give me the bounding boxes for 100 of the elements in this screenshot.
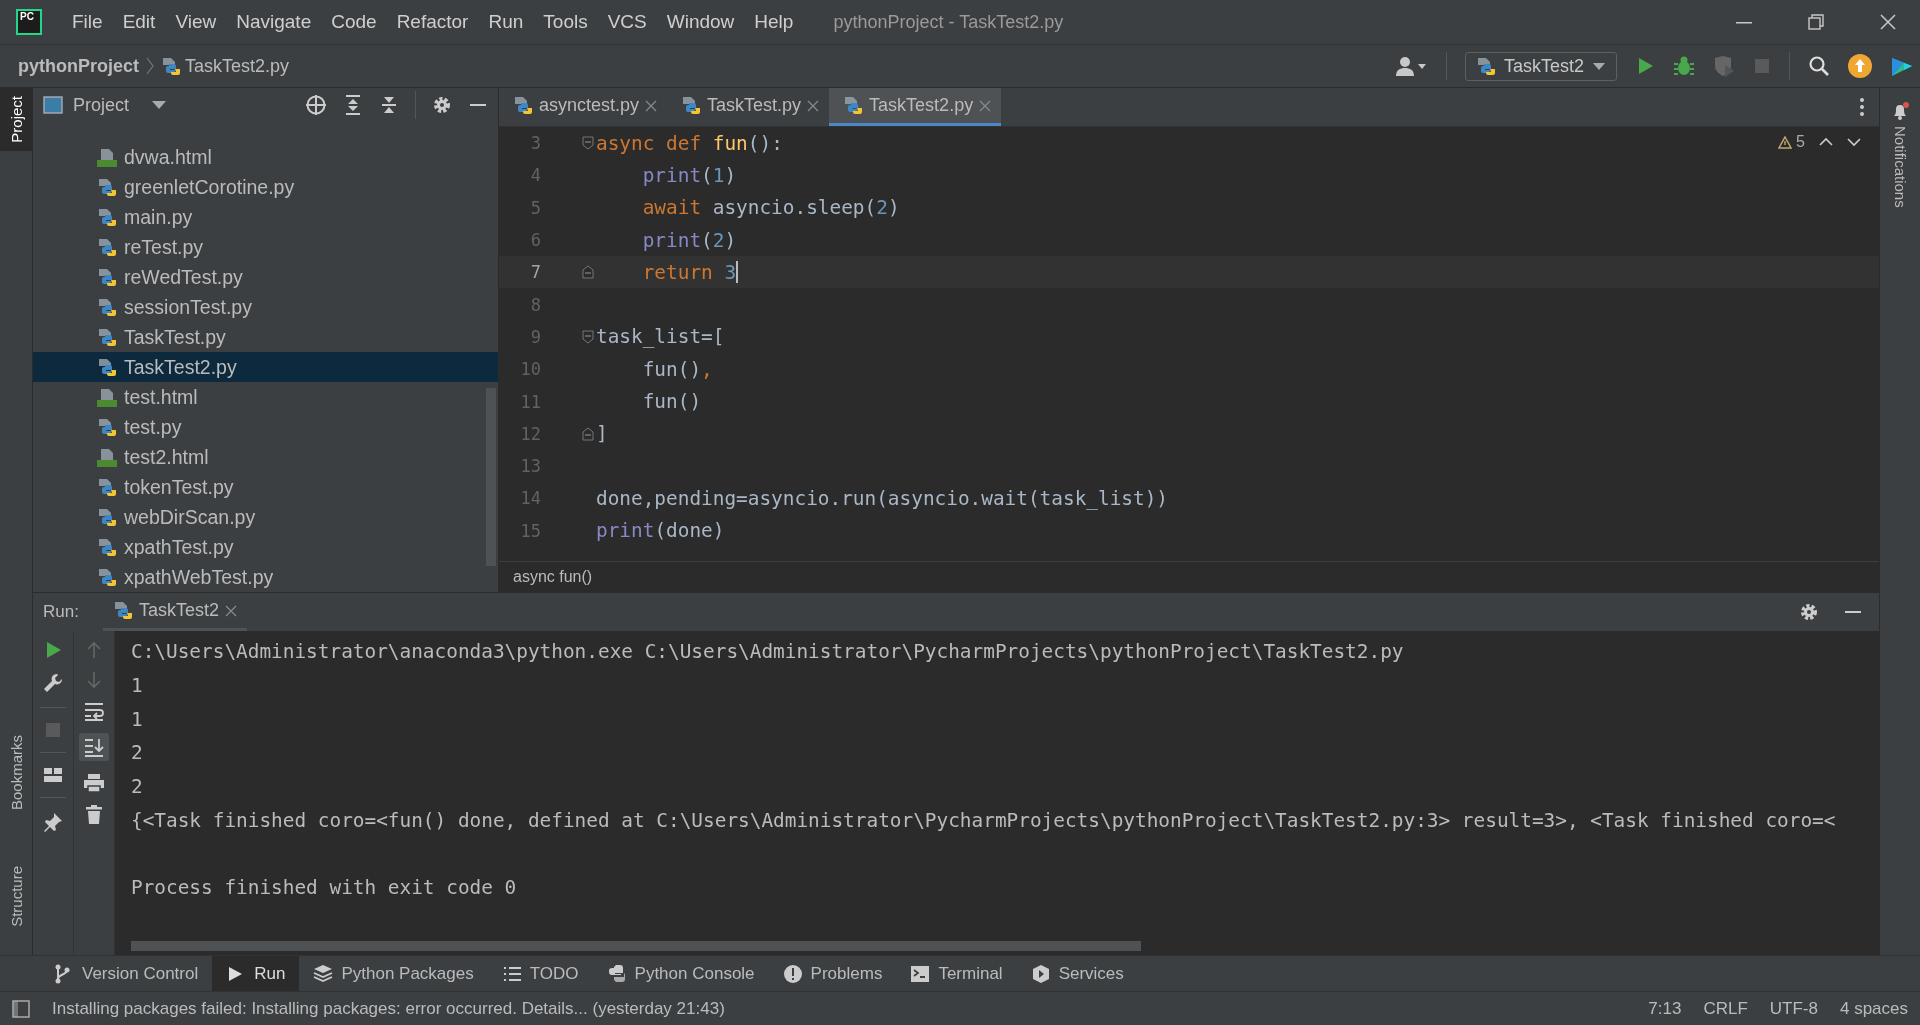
menu-item[interactable]: Code — [321, 11, 387, 33]
settings-icon[interactable] — [432, 95, 452, 115]
line-number: 13 — [519, 456, 541, 477]
file-tree-item[interactable]: webDirScan.py — [33, 502, 484, 532]
file-tree-item[interactable]: main.py — [33, 202, 484, 232]
breadcrumb-item[interactable]: TaskTest2.py — [161, 55, 290, 77]
rerun-icon[interactable] — [44, 641, 62, 659]
editor-tab[interactable]: TaskTest2.py — [829, 88, 1002, 126]
menu-item[interactable]: File — [62, 11, 113, 33]
search-icon[interactable] — [1808, 55, 1830, 77]
tool-window-button[interactable]: Notifications — [1880, 88, 1920, 216]
file-tree-item[interactable]: xpathWebTest.py — [33, 562, 484, 592]
expand-all-icon[interactable] — [343, 94, 363, 116]
file-tree-item[interactable]: xpathTest.py — [33, 532, 484, 562]
more-icon[interactable] — [1859, 97, 1865, 117]
line-number: 3 — [529, 133, 541, 154]
file-tree-item[interactable]: test.py — [33, 412, 484, 442]
file-tree-item[interactable]: dvwa.html — [33, 142, 484, 172]
tool-window-tab[interactable]: Python Console — [592, 956, 769, 991]
down-icon[interactable] — [1847, 137, 1861, 147]
line-number: 4 — [529, 165, 541, 186]
tool-window-tab[interactable]: TODO — [487, 956, 593, 991]
tool-window-tab[interactable]: Problems — [768, 956, 897, 991]
close-icon[interactable] — [807, 99, 820, 112]
tool-window-tab[interactable]: Terminal — [896, 956, 1017, 991]
file-tree-item[interactable]: sessionTest.py — [33, 292, 484, 322]
menu-item[interactable]: VCS — [597, 11, 657, 33]
status-item[interactable]: 7:13 — [1648, 998, 1682, 1019]
user-icon[interactable] — [1393, 55, 1428, 77]
tool-window-button[interactable]: Structure — [0, 858, 32, 935]
file-tree-item[interactable]: test2.html — [33, 442, 484, 472]
console-output-line: C:\Users\Administrator\anaconda3\python.exe C:\Users\Administrator\PycharmProjects\pythonProject\TaskTest2.py — [131, 640, 1404, 664]
python-file-icon — [843, 96, 864, 115]
menu-item[interactable]: Edit — [112, 11, 166, 33]
locate-icon[interactable] — [305, 94, 327, 116]
collapse-all-icon[interactable] — [379, 94, 399, 116]
menu-item[interactable]: Run — [478, 11, 534, 33]
scrollbar[interactable] — [131, 941, 1141, 951]
status-message[interactable]: Installing packages failed: Installing packages: error occurred. Details... (yesterday 21:43) — [52, 998, 725, 1019]
warning-count[interactable]: 5 — [1778, 133, 1805, 151]
file-tree-item[interactable]: TaskTest2.py — [33, 352, 498, 382]
file-tree-item[interactable]: greenletCorotine.py — [33, 172, 484, 202]
python-file-icon — [97, 477, 117, 497]
fold-icon[interactable] — [582, 265, 594, 280]
wrench-icon[interactable] — [43, 673, 63, 693]
python-file-icon — [681, 96, 702, 115]
close-icon[interactable] — [645, 99, 658, 112]
tool-window-button[interactable]: Project — [0, 88, 32, 151]
settings-icon[interactable] — [1799, 602, 1819, 622]
tool-window-tab[interactable]: Services — [1016, 956, 1138, 991]
layout-icon[interactable] — [43, 767, 63, 783]
editor-tab[interactable]: TaskTest.py — [667, 88, 830, 126]
tool-window-tab[interactable]: Run — [212, 956, 300, 991]
console-output-line: Process finished with exit code 0 — [131, 876, 517, 900]
terminal-icon — [910, 963, 931, 984]
file-tree-item[interactable]: test.html — [33, 382, 484, 412]
menu-item[interactable]: Window — [656, 11, 745, 33]
soft-wrap-icon[interactable] — [83, 701, 105, 721]
python-file-icon — [97, 327, 117, 347]
fold-icon[interactable] — [582, 136, 594, 151]
status-item[interactable]: UTF-8 — [1769, 998, 1818, 1019]
breadcrumb-item[interactable]: async fun() — [513, 568, 593, 586]
file-tree-item[interactable]: reTest.py — [33, 232, 484, 262]
menu-item[interactable]: Refactor — [386, 11, 479, 33]
scroll-to-end-button[interactable] — [79, 733, 109, 761]
file-tree-item[interactable]: reWedTest.py — [33, 262, 484, 292]
file-tree-item[interactable]: TaskTest.py — [33, 322, 484, 352]
code-line: await asyncio.sleep(2) — [641, 196, 900, 220]
hexagon-play-icon — [1030, 963, 1051, 984]
up-icon[interactable] — [1819, 137, 1833, 147]
trash-icon[interactable] — [85, 805, 103, 825]
status-item[interactable]: 4 spaces — [1839, 998, 1908, 1019]
menu-item[interactable]: Tools — [533, 11, 598, 33]
fold-icon[interactable] — [582, 329, 594, 344]
file-tree-item[interactable]: tokenTest.py — [33, 472, 484, 502]
code-line: async def fun(): — [596, 131, 783, 155]
tool-window-tab[interactable]: Version Control — [40, 956, 213, 991]
status-item[interactable]: CRLF — [1703, 998, 1748, 1019]
print-icon[interactable] — [83, 773, 105, 793]
toggle-panels-icon[interactable] — [12, 999, 30, 1018]
restore-icon[interactable] — [1806, 12, 1826, 32]
tool-window-button[interactable]: Bookmarks — [0, 727, 32, 819]
tool-window-tab[interactable]: Python Packages — [299, 956, 488, 991]
bug-icon[interactable] — [1673, 55, 1695, 77]
panel-title-dropdown[interactable]: Project — [43, 94, 168, 116]
editor-tab[interactable]: asynctest.py — [499, 88, 668, 126]
menu-item[interactable]: Help — [744, 11, 804, 33]
menu-item[interactable]: Navigate — [226, 11, 322, 33]
breadcrumb-item[interactable]: pythonProject — [18, 55, 139, 77]
menu-item[interactable]: View — [165, 11, 227, 33]
run-configuration-dropdown[interactable]: TaskTest2 — [1464, 51, 1617, 81]
close-icon[interactable] — [1878, 12, 1898, 32]
update-icon[interactable] — [1848, 54, 1872, 78]
fold-icon[interactable] — [582, 426, 594, 441]
window-title: pythonProject - TaskTest2.py — [833, 11, 1065, 33]
python-icon — [606, 963, 627, 984]
scroll-to-end-icon — [83, 737, 105, 757]
pin-icon[interactable] — [43, 812, 63, 832]
python-file-icon — [97, 177, 117, 197]
close-icon[interactable] — [224, 604, 237, 617]
